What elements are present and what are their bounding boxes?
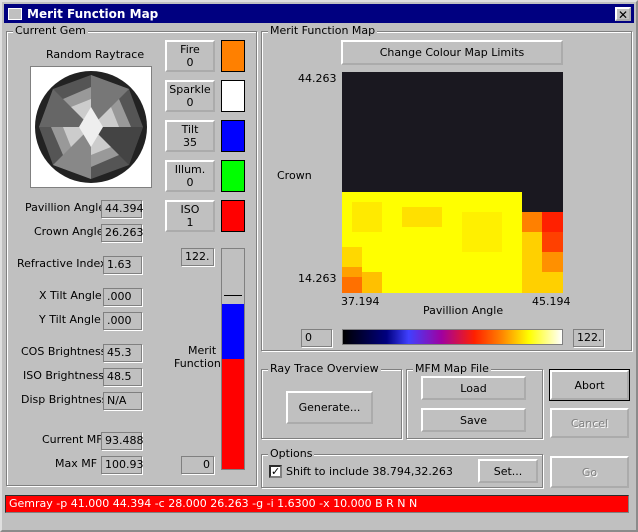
illum-button[interactable]: Illum. 0 [165, 160, 215, 192]
tilt-button[interactable]: Tilt 35 [165, 120, 215, 152]
current-mf-label: Current MF [42, 433, 103, 446]
max-mf-field: 100.93 [101, 456, 144, 474]
options-label: Options [268, 447, 315, 460]
load-button[interactable]: Load [421, 376, 526, 400]
cos-brightness-field: 45.3 [103, 344, 142, 362]
iso-brightness-label: ISO Brightness [23, 369, 104, 382]
max-mf-label: Max MF [55, 457, 98, 470]
close-button[interactable]: ✕ [615, 6, 631, 21]
scale-min-field: 0 [301, 329, 332, 347]
illum-value: 0 [186, 176, 194, 189]
window-title: Merit Function Map [27, 6, 159, 21]
iso-button[interactable]: ISO 1 [165, 200, 215, 232]
cancel-button[interactable]: Cancel [550, 408, 629, 438]
tilt-label: Tilt [181, 123, 199, 136]
crown-angle-field: 26.263 [101, 224, 144, 242]
title-bar: Merit Function Map ✕ [4, 4, 634, 23]
iso-label: ISO [180, 203, 200, 216]
sparkle-swatch [221, 80, 245, 112]
crown-angle-label: Crown Angle [34, 225, 104, 238]
merit-label-top: Merit [188, 344, 217, 357]
y-tilt-label: Y Tilt Angle [39, 313, 101, 326]
x-max-label: 45.194 [532, 295, 571, 308]
main-window: Merit Function Map ✕ Current Gem Random … [0, 0, 638, 532]
x-axis-label: Pavillion Angle [423, 304, 504, 317]
ray-trace-label: Ray Trace Overview [268, 362, 381, 375]
mfm-file-label: MFM Map File [413, 362, 491, 375]
merit-heatmap [342, 72, 563, 293]
tilt-value: 35 [183, 136, 197, 149]
x-tilt-label: X Tilt Angle [39, 289, 102, 302]
shift-label: Shift to include 38.794,32.263 [286, 465, 453, 478]
change-colour-limits-button[interactable]: Change Colour Map Limits [341, 40, 563, 65]
fire-swatch [221, 40, 245, 72]
disp-brightness-field: N/A [103, 392, 142, 410]
y-min-label: 14.263 [298, 272, 337, 285]
pavillion-angle-field: 44.394 [101, 200, 144, 218]
sparkle-label: Sparkle [169, 83, 211, 96]
merit-label-bottom: Function [174, 357, 221, 370]
merit-gauge-marker [224, 295, 242, 296]
fire-label: Fire [180, 43, 200, 56]
x-min-label: 37.194 [341, 295, 380, 308]
y-axis-label: Crown [277, 169, 312, 182]
gem-image-title: Random Raytrace [46, 48, 145, 61]
illum-label: Illum. [174, 163, 206, 176]
refractive-index-label: Refractive Index [17, 257, 107, 270]
current-mf-field: 93.488 [101, 432, 144, 450]
current-gem-label: Current Gem [13, 24, 88, 37]
status-bar: Gemray -p 41.000 44.394 -c 28.000 26.263… [5, 495, 629, 513]
generate-button[interactable]: Generate... [286, 391, 373, 424]
iso-value: 1 [186, 216, 194, 229]
iso-swatch [221, 200, 245, 232]
cos-brightness-label: COS Brightness [21, 345, 107, 358]
save-button[interactable]: Save [421, 408, 526, 432]
shift-checkbox[interactable]: ✓ [269, 465, 282, 478]
y-max-label: 44.263 [298, 72, 337, 85]
illum-swatch [221, 160, 245, 192]
set-button[interactable]: Set... [478, 459, 538, 483]
fire-value: 0 [186, 56, 194, 69]
scale-max-field: 122. [573, 329, 604, 347]
merit-min-field: 0 [181, 456, 214, 474]
mfm-group-label: Merit Function Map [268, 24, 378, 37]
gem-image [30, 66, 152, 188]
tilt-swatch [221, 120, 245, 152]
go-button[interactable]: Go [550, 456, 629, 488]
pavillion-angle-label: Pavillion Angle [25, 201, 106, 214]
fire-button[interactable]: Fire 0 [165, 40, 215, 72]
abort-button[interactable]: Abort [549, 369, 630, 401]
merit-gauge [221, 248, 245, 470]
colour-scale-bar [342, 329, 563, 345]
disp-brightness-label: Disp Brightness [21, 393, 108, 406]
sparkle-value: 0 [186, 96, 194, 109]
app-icon [8, 7, 22, 20]
x-tilt-field: .000 [103, 288, 142, 306]
iso-brightness-field: 48.5 [103, 368, 142, 386]
merit-gauge-blue [222, 304, 244, 359]
sparkle-button[interactable]: Sparkle 0 [165, 80, 215, 112]
merit-gauge-red [222, 359, 244, 469]
refractive-index-field: 1.63 [103, 256, 142, 274]
merit-max-field: 122. [181, 248, 214, 266]
y-tilt-field: .000 [103, 312, 142, 330]
